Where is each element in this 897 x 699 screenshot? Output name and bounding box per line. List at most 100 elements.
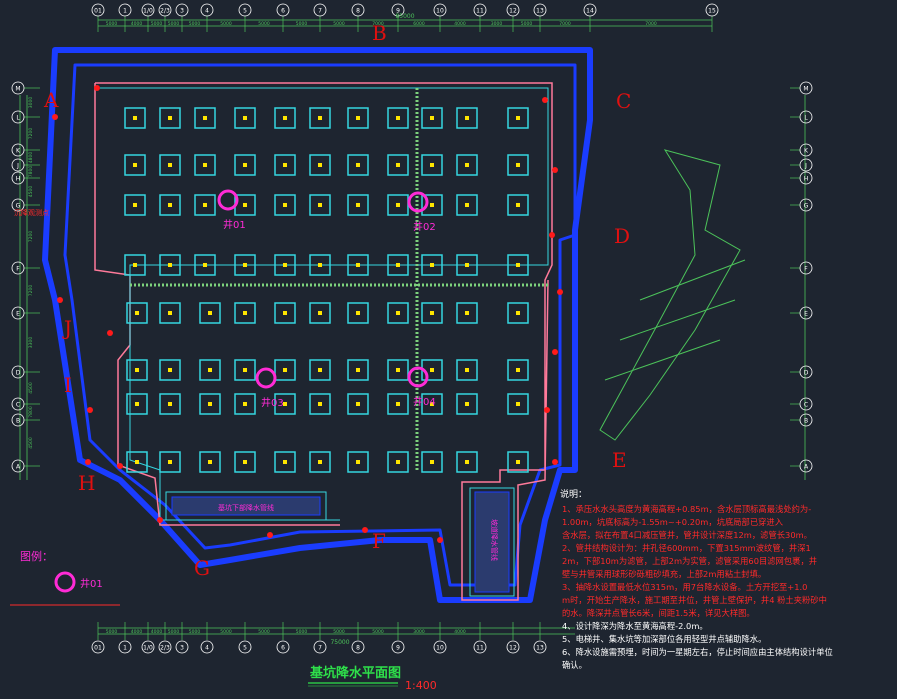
pile [396,368,400,372]
axis-label-bottom: 1/0 [143,645,153,652]
axis-label-left: F [804,266,808,273]
red-marker [57,297,63,303]
axis-label-left: D [804,370,809,377]
dim-text-bottom: 3000 [413,629,425,635]
pile [283,116,287,120]
dim-text-left: 4500 [28,437,34,449]
axis-label-bottom: 4 [205,645,209,652]
note-line: 6、降水设施需预埋，时间为一星期左右，停止时间应由主体结构设计单位 [562,647,833,657]
red-marker [267,532,273,538]
pile [135,460,139,464]
axis-label-left: H [804,176,809,183]
pile [396,311,400,315]
pile [318,263,322,267]
pile [318,402,322,406]
pile [396,163,400,167]
red-marker [557,289,563,295]
pile [430,203,434,207]
note-line: 2、管井结构设计为：井孔径600mm，下置315mm波纹管，井深1 [562,543,811,553]
pile [430,368,434,372]
pile [356,402,360,406]
dim-text-top: 5000 [168,21,180,27]
axis-label-top: 3 [180,8,184,15]
dim-text-top: 5000 [296,21,308,27]
note-line: 壁与井管采用球形砂砾粗砂填充，上部2m用粘土封填。 [562,569,766,579]
pile [168,460,172,464]
pile [168,163,172,167]
axis-label-left: M [803,86,808,93]
axis-label-bottom: 8 [356,645,360,652]
dim-text-top: 5000 [189,21,201,27]
dim-text-top: 4000 [131,21,143,27]
pile [356,203,360,207]
pile [356,311,360,315]
axis-label-top: 01 [94,8,102,15]
axis-label-bottom: 10 [436,645,444,652]
note-line: 2m，下部10m为滤管，上部2m为实管，滤管采用60目滤网包裹，井 [562,556,817,566]
axis-label-top: 6 [281,8,285,15]
pile [318,368,322,372]
left-annotation: 沉降观测点 [14,208,49,217]
pile [133,263,137,267]
bottom-band-label: 基坑下部降水管线 [218,503,274,512]
axis-label-left: D [16,370,21,377]
axis-label-left: J [804,163,807,170]
pile [396,402,400,406]
pile [356,460,360,464]
axis-label-left: G [804,203,809,210]
axis-label-top: 15 [708,8,716,15]
axis-label-top: 7 [318,8,322,15]
pile [430,263,434,267]
pile [135,402,139,406]
dim-text-bottom: 4000 [131,629,143,635]
pile [208,402,212,406]
pile [516,460,520,464]
pile [168,368,172,372]
axis-label-bottom: 9 [396,645,400,652]
pile [318,163,322,167]
legend-title: 图例： [20,549,53,563]
dim-text-bottom: 5000 [168,629,180,635]
section-letter: D [614,224,630,248]
total-dimension-bottom: 75000 [330,639,349,646]
pile [465,163,469,167]
pile [356,368,360,372]
dim-text-top: 7000 [559,21,571,27]
cad-drawing-canvas: 0101111/01/02/32/33344556677889910101111… [0,0,897,699]
dim-text-bottom: 5000 [258,629,270,635]
red-marker [552,459,558,465]
drawing-scale: 1:400 [405,679,437,692]
pile [243,311,247,315]
pile [465,263,469,267]
section-letter: H [78,471,95,495]
well-label: 井02 [413,220,436,233]
axis-label-bottom: 1 [123,645,127,652]
axis-label-left: C [16,402,20,409]
dim-text-top: 5000 [258,21,270,27]
red-marker [542,97,548,103]
pile [465,203,469,207]
axis-label-left: B [16,418,20,425]
pile [203,203,207,207]
axis-label-bottom: 2/3 [160,645,170,652]
red-marker [52,114,58,120]
pile [208,368,212,372]
axis-label-top: 10 [436,8,444,15]
pile [318,460,322,464]
note-line: m时，开始生产降水，施工期至井位，井管上壁保护，井4 粉土夹粉砂中 [562,595,827,605]
well-label: 井03 [261,396,284,409]
axis-label-bottom: 7 [318,645,322,652]
axis-label-left: E [16,311,20,318]
pile [243,203,247,207]
red-marker [552,349,558,355]
pile [516,203,520,207]
section-letter: F [372,529,386,553]
note-line: 1、承压水水头高度为黄海高程+0.85m，含水层顶标高最浅处约为- [562,504,811,514]
pile [283,311,287,315]
dim-text-top: 5000 [151,21,163,27]
ramp-band-label: 坡道降水管线 [490,519,499,561]
pile [318,203,322,207]
pile [430,163,434,167]
red-marker [552,167,558,173]
pile [168,203,172,207]
